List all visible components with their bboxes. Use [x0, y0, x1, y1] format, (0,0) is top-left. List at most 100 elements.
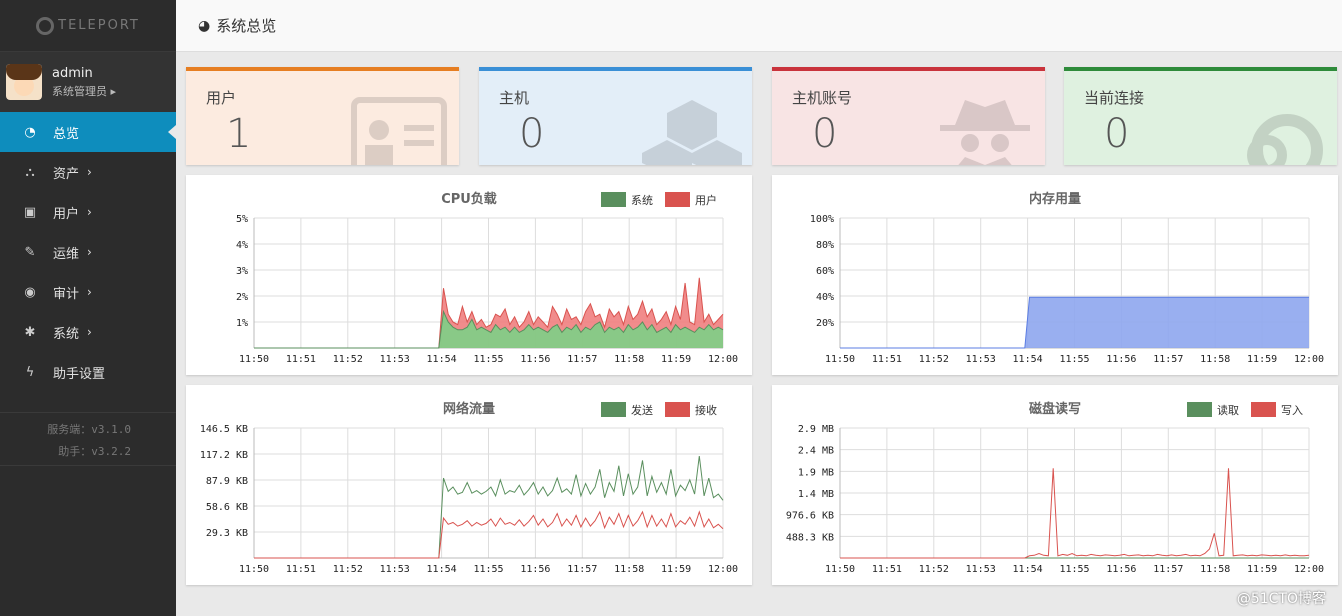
caret-right-icon: ▸ — [110, 84, 117, 98]
sidebar-item-audit[interactable]: ◉ 审计 › — [0, 272, 176, 312]
legend-swatch — [665, 192, 690, 207]
network-chart: 网络流量 11:50 11:51 11:52 11:53 11:54 11:55 11:56 1… — [200, 401, 738, 575]
cpu-chart-panel: CPU负载 11:50 11:51 11:52 11:53 11:54 11:55 11:56… — [186, 175, 752, 375]
card-value: 0 — [519, 111, 545, 157]
network-chart-panel: 网络流量 11:50 11:51 11:52 11:53 11:54 11:55 11:56 1… — [186, 385, 752, 585]
sidebar-item-label: 用户 — [53, 206, 80, 222]
legend-swatch — [1187, 402, 1212, 417]
stat-card-users[interactable]: 用户 1 — [186, 67, 459, 165]
x-tick-label: 11:58 — [614, 564, 644, 575]
assist-version: 助手：v3.2.2 — [58, 445, 131, 458]
x-tick-label: 12:00 — [708, 564, 738, 575]
y-tick-label: 5% — [236, 214, 248, 225]
gear-icon: ✱ — [24, 324, 36, 340]
y-tick-label: 2.9 MB — [798, 424, 834, 435]
chart-title: 网络流量 — [443, 401, 495, 417]
x-tick-label: 11:56 — [520, 354, 550, 365]
x-tick-label: 11:55 — [473, 564, 503, 575]
app-logo[interactable]: TELEPORT — [0, 0, 176, 52]
x-tick-label: 11:57 — [1153, 354, 1183, 365]
stat-card-connections[interactable]: 当前连接 0 — [1064, 67, 1337, 165]
x-tick-label: 11:50 — [825, 354, 855, 365]
user-name: admin — [52, 65, 93, 81]
sidebar-item-overview[interactable]: ◔ 总览 — [0, 112, 176, 152]
y-tick-label: 100% — [810, 214, 834, 225]
x-tick-label: 11:50 — [825, 564, 855, 575]
chart-title: 磁盘读写 — [1029, 401, 1081, 417]
x-tick-label: 12:00 — [1294, 354, 1324, 365]
x-tick-label: 11:55 — [1059, 354, 1089, 365]
x-tick-label: 11:52 — [333, 354, 363, 365]
user-card-icon: ▣ — [23, 204, 37, 220]
assets-icon: ⛬ — [25, 164, 35, 180]
link-icon — [1247, 114, 1323, 165]
sidebar-item-users[interactable]: ▣ 用户 › — [0, 192, 176, 232]
page-title: 系统总览 — [216, 17, 277, 35]
y-tick-label: 60% — [816, 266, 834, 277]
x-tick-label: 11:51 — [286, 564, 316, 575]
x-tick-label: 11:57 — [1153, 564, 1183, 575]
stat-card-hosts[interactable]: 主机 0 — [479, 67, 752, 165]
version-info: 服务端：v3.1.0 助手：v3.2.2 — [0, 412, 176, 466]
logo-text: TELEPORT — [58, 18, 140, 33]
sidebar-item-assist-settings[interactable]: ϟ 助手设置 — [0, 352, 176, 392]
series-area — [840, 297, 1309, 348]
y-tick-label: 80% — [816, 240, 834, 251]
x-tick-label: 11:51 — [872, 354, 902, 365]
cpu-chart: CPU负载 11:50 11:51 11:52 11:53 11:54 11:55 11:56… — [236, 191, 738, 365]
avatar[interactable] — [6, 64, 42, 100]
x-tick-label: 11:53 — [966, 354, 996, 365]
x-tick-label: 11:52 — [919, 564, 949, 575]
x-tick-label: 11:55 — [1059, 564, 1089, 575]
chevron-right-icon: › — [87, 165, 92, 179]
dashboard-icon: ◔ — [24, 124, 36, 140]
chevron-right-icon: › — [87, 325, 92, 339]
card-accent — [772, 67, 1045, 71]
y-tick-label: 3% — [236, 266, 248, 277]
card-title: 当前连接 — [1084, 89, 1145, 107]
spy-icon — [940, 100, 1030, 165]
x-tick-label: 11:59 — [661, 564, 691, 575]
x-tick-label: 12:00 — [708, 354, 738, 365]
eye-icon: ◉ — [24, 284, 36, 300]
y-tick-label: 976.6 KB — [786, 511, 834, 522]
server-version: 服务端：v3.1.0 — [47, 423, 131, 436]
sidebar-item-label: 总览 — [53, 126, 80, 142]
legend-swatch — [665, 402, 690, 417]
legend-label: 写入 — [1281, 404, 1303, 417]
legend-label: 系统 — [631, 194, 653, 207]
legend-label: 用户 — [695, 193, 717, 207]
y-tick-label: 4% — [236, 240, 248, 251]
sidebar-item-ops[interactable]: ✎ 运维 › — [0, 232, 176, 272]
x-tick-label: 11:51 — [286, 354, 316, 365]
x-tick-label: 11:53 — [380, 564, 410, 575]
user-role-menu[interactable]: 系统管理员 ▸ — [52, 83, 116, 99]
sidebar-item-label: 审计 — [53, 286, 80, 302]
sidebar-item-label: 系统 — [53, 326, 80, 342]
y-tick-label: 117.2 KB — [200, 450, 248, 461]
sidebar-item-assets[interactable]: ⛬ 资产 › — [0, 152, 176, 192]
logo-icon — [36, 16, 55, 35]
x-tick-label: 11:59 — [1247, 564, 1277, 575]
stat-card-host-accounts[interactable]: 主机账号 0 — [772, 67, 1045, 165]
memory-chart-panel: 内存用量 11:50 11:51 11:52 11:53 11:54 11:55 11:56 1… — [772, 175, 1338, 375]
legend-label: 发送 — [631, 403, 653, 417]
y-tick-label: 20% — [816, 318, 834, 329]
y-tick-label: 58.6 KB — [206, 502, 248, 513]
card-value: 0 — [812, 111, 838, 157]
sidebar-item-system[interactable]: ✱ 系统 › — [0, 312, 176, 352]
wrench-icon: ✎ — [24, 244, 36, 260]
x-tick-label: 11:56 — [520, 564, 550, 575]
x-tick-label: 11:58 — [614, 354, 644, 365]
x-tick-label: 11:53 — [966, 564, 996, 575]
x-tick-label: 11:58 — [1200, 354, 1230, 365]
disk-chart: 磁盘读写 11:50 11:51 11:52 11:53 11:54 11:55 11:56 1… — [786, 401, 1324, 575]
sidebar-item-label: 运维 — [53, 246, 80, 262]
card-title: 主机 — [499, 89, 530, 107]
y-tick-label: 146.5 KB — [200, 424, 248, 435]
page-header: ◕ 系统总览 — [176, 0, 1342, 52]
memory-chart: 内存用量 11:50 11:51 11:52 11:53 11:54 11:55 11:56 1… — [810, 191, 1324, 365]
chevron-right-icon: › — [87, 285, 92, 299]
bolt-icon: ϟ — [25, 364, 35, 380]
x-tick-label: 11:59 — [661, 354, 691, 365]
